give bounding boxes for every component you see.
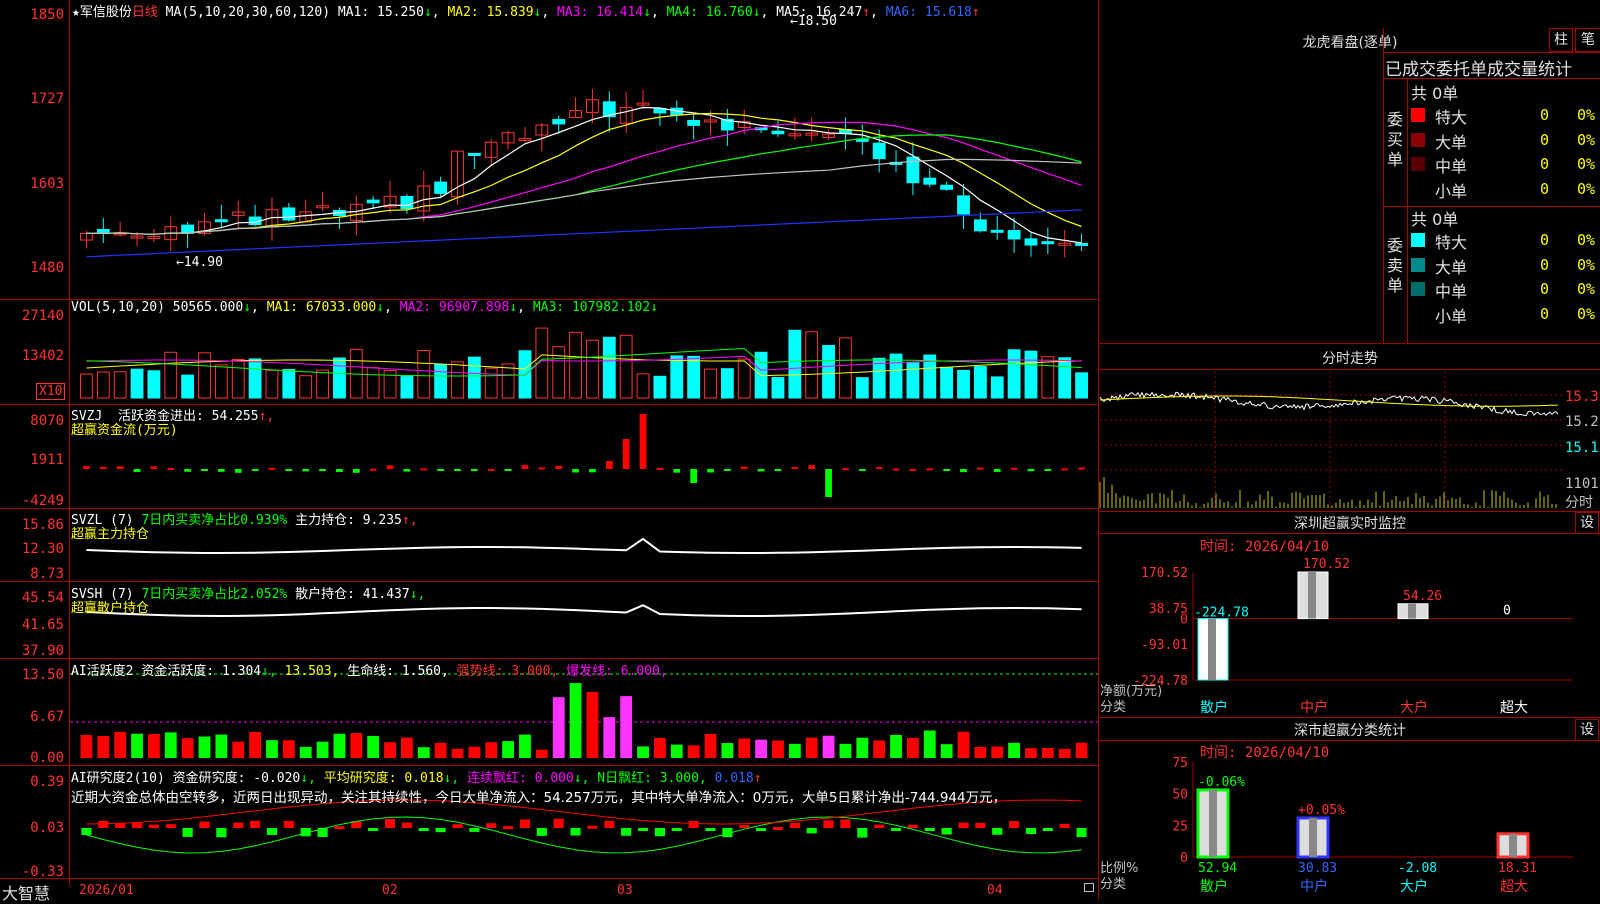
sz-class-change: +0.05%: [1298, 803, 1345, 818]
sz-class-category: 大户: [1400, 878, 1428, 895]
sz-class-value: 30.83: [1298, 861, 1337, 876]
sz-class-bar-shade: [1209, 789, 1217, 857]
sz-class-tick: 25: [1172, 819, 1188, 834]
sz-class-value: 52.94: [1198, 861, 1237, 876]
sz-class-tick: 75: [1172, 756, 1188, 771]
sz-class-bar-shade: [1509, 833, 1517, 857]
sz-class-change: -0.06%: [1198, 775, 1245, 790]
sz-class-tick: 0: [1180, 851, 1188, 866]
sz-class-tick: 50: [1172, 788, 1188, 803]
sz-class-category: 散户: [1200, 878, 1228, 895]
sz-class-bar-shade: [1309, 817, 1317, 857]
sz-class-category: 超大: [1500, 879, 1528, 895]
sz-class-xlabel: 分类: [1100, 877, 1127, 892]
sz-class-value: -2.08: [1398, 861, 1437, 876]
sz-class-value: 18.31: [1498, 861, 1537, 876]
sz-class-chart: 75 50 25 0 52.94 散户 30.83 中户 -2.08 大户 18.31 超大 -0.06…: [1172, 756, 1573, 895]
sz-class-category: 中户: [1300, 878, 1328, 895]
